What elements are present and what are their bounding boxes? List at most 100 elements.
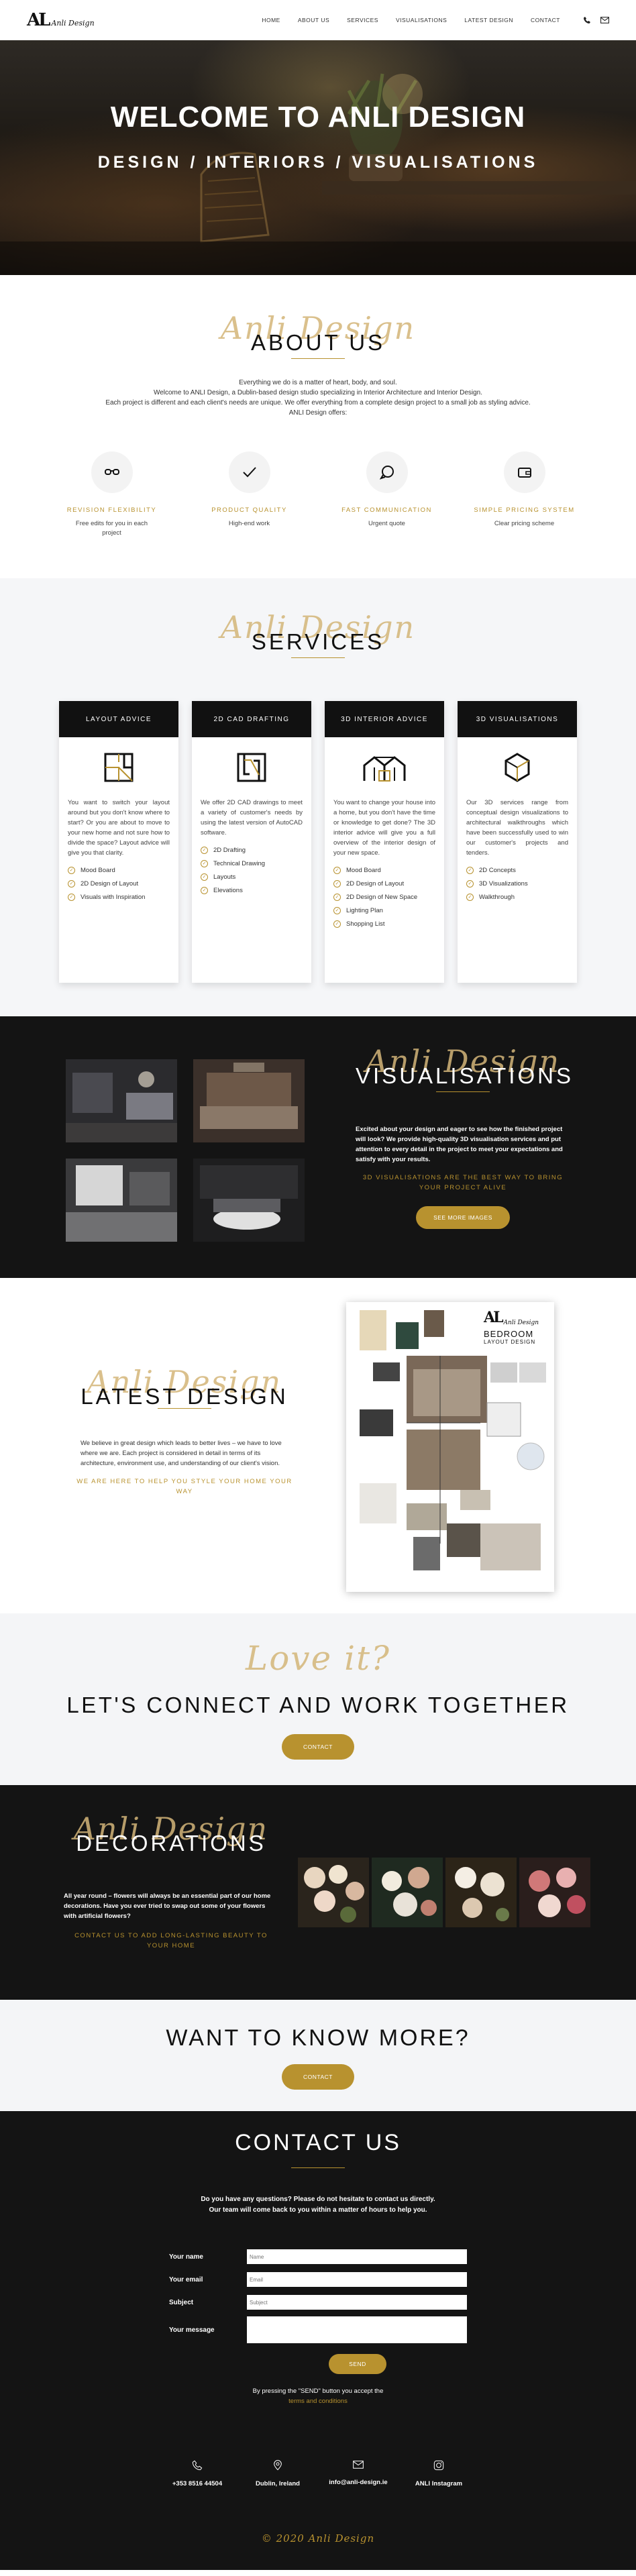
decorations-heading-block: Anli Design DECORATIONS: [64, 1811, 278, 1858]
visualisation-gallery: [66, 1059, 305, 1242]
decorations-heading: DECORATIONS: [76, 1831, 266, 1856]
list-item: ✓ Technical Drawing: [201, 857, 303, 870]
service-card-layout-advice: LAYOUT ADVICE You want to switch your la…: [59, 701, 178, 983]
form-row-name: Your name: [169, 2245, 467, 2268]
terms-link[interactable]: terms and conditions: [0, 2396, 636, 2406]
services-section: Anli Design SERVICES LAYOUT ADVICE You w…: [0, 578, 636, 1016]
latest-design-section: Anli Design LATEST DESIGN We believe in …: [0, 1278, 636, 1613]
logo[interactable]: AL Anli Design: [27, 11, 95, 29]
flower-image[interactable]: [445, 1858, 517, 1927]
visualisation-image[interactable]: [66, 1159, 177, 1242]
form-row-message: Your message: [169, 2314, 467, 2346]
feature-desc: Free edits for you in each project: [75, 520, 148, 537]
service-card-3d-visualisations: 3D VISUALISATIONS Our 3D services range …: [458, 701, 577, 983]
flower-image[interactable]: [298, 1858, 369, 1927]
nav-about-us[interactable]: ABOUT US: [298, 17, 329, 23]
contact-info-phone[interactable]: +353 8516 44504: [157, 2460, 237, 2487]
latest-text: We believe in great design which leads t…: [81, 1440, 282, 1467]
nav-visualisations[interactable]: VISUALISATIONS: [396, 17, 447, 23]
service-card-3d-interior: 3D INTERIOR ADVICE You want to change yo…: [325, 701, 444, 983]
list-item: ✓ 2D Design of New Space: [333, 890, 435, 904]
form-row-email: Your email: [169, 2268, 467, 2291]
about-line: Everything we do is a matter of heart, b…: [239, 379, 397, 386]
check-circle-icon: ✓: [333, 920, 341, 928]
subject-field[interactable]: [247, 2295, 467, 2310]
card-desc: You want to switch your layout around bu…: [68, 799, 170, 857]
nav-home[interactable]: HOME: [262, 17, 280, 23]
see-more-images-button[interactable]: SEE MORE IMAGES: [416, 1206, 510, 1229]
feature-title: REVISION FLEXIBILITY: [66, 506, 157, 514]
feature-desc: Urgent quote: [368, 520, 405, 527]
visualisations-heading: VISUALISATIONS: [356, 1063, 574, 1088]
glasses-icon: [91, 451, 133, 493]
check-circle-icon: ✓: [68, 893, 75, 901]
board-title: BEDROOM: [484, 1329, 534, 1339]
flower-image[interactable]: [519, 1858, 590, 1927]
visualisation-image[interactable]: [193, 1159, 305, 1242]
card-title: 2D CAD DRAFTING: [192, 701, 311, 737]
bedroom-mood-board[interactable]: AL Anli Design BEDROOM LAYOUT DESIGN: [346, 1302, 554, 1592]
latest-tagline: WE ARE HERE TO HELP YOU STYLE YOUR HOME …: [76, 1478, 293, 1495]
check-circle-icon: ✓: [201, 846, 208, 854]
layout-plan-icon: [59, 737, 178, 798]
feature-product-quality: PRODUCT QUALITY High-end work: [180, 451, 318, 538]
list-item: ✓ 2D Design of Layout: [68, 877, 170, 890]
feature-desc: Clear pricing scheme: [494, 520, 555, 527]
mood-board-collage: [360, 1310, 546, 1570]
main-nav: HOME ABOUT US SERVICES VISUALISATIONS LA…: [262, 16, 609, 24]
about-section: Anli Design ABOUT US Everything we do is…: [0, 275, 636, 578]
visualisation-image[interactable]: [193, 1059, 305, 1142]
decorations-section: Anli Design DECORATIONS All year round –…: [0, 1785, 636, 2000]
message-label: Your message: [169, 2326, 215, 2334]
wallet-icon: [503, 451, 545, 493]
nav-latest-design[interactable]: LATEST DESIGN: [464, 17, 513, 23]
instagram-text: ANLI Instagram: [415, 2480, 463, 2487]
check-circle-icon: ✓: [466, 893, 474, 901]
site-header: AL Anli Design HOME ABOUT US SERVICES VI…: [0, 0, 636, 40]
check-circle-icon: ✓: [333, 879, 341, 888]
visualisations-text: Excited about your design and eager to s…: [356, 1126, 563, 1163]
feature-fast-communication: FAST COMMUNICATION Urgent quote: [318, 451, 456, 538]
list-item: ✓ Elevations: [201, 883, 303, 897]
contact-button[interactable]: CONTACT: [282, 1734, 354, 1760]
phone-number: +353 8516 44504: [172, 2480, 223, 2487]
features-row: REVISION FLEXIBILITY Free edits for you …: [0, 451, 636, 538]
email-text: info@anli-design.ie: [329, 2479, 388, 2486]
decorations-tagline: CONTACT US TO ADD LONG-LASTING BEAUTY TO…: [74, 1932, 268, 1949]
card-list: ✓ Mood Board ✓ 2D Design of Layout ✓ Visual…: [59, 858, 178, 904]
nav-services[interactable]: SERVICES: [347, 17, 378, 23]
decorations-text-block: Anli Design DECORATIONS All year round –…: [64, 1811, 278, 1951]
contact-button[interactable]: CONTACT: [282, 2064, 354, 2090]
latest-design-text-block: Anli Design LATEST DESIGN We believe in …: [67, 1364, 302, 1497]
flower-image[interactable]: [372, 1858, 443, 1927]
send-button[interactable]: SEND: [329, 2354, 386, 2374]
contact-info-email[interactable]: info@anli-design.ie: [318, 2460, 399, 2487]
email-field[interactable]: [247, 2272, 467, 2287]
heading-underline: [291, 2167, 345, 2168]
card-title: 3D INTERIOR ADVICE: [325, 701, 444, 737]
mail-icon[interactable]: [600, 16, 609, 24]
card-title: 3D VISUALISATIONS: [458, 701, 577, 737]
card-list: ✓ 2D Drafting ✓ Technical Drawing ✓ Layouts…: [192, 838, 311, 897]
check-circle-icon: ✓: [333, 906, 341, 914]
love-script-title: Love it?: [246, 1639, 390, 1678]
list-item: ✓ Mood Board: [333, 863, 435, 877]
mail-icon: [318, 2460, 399, 2469]
check-circle-icon: ✓: [333, 893, 341, 901]
about-line: Welcome to ANLI Design, a Dublin-based d…: [153, 389, 483, 396]
phone-icon[interactable]: [583, 16, 591, 24]
check-circle-icon: ✓: [466, 879, 474, 888]
feature-title: FAST COMMUNICATION: [341, 506, 432, 514]
service-card-2d-cad: 2D CAD DRAFTING We offer 2D CAD drawings…: [192, 701, 311, 983]
feature-desc: High-end work: [228, 520, 270, 527]
contact-info-instagram[interactable]: ANLI Instagram: [399, 2460, 479, 2487]
card-title: LAYOUT ADVICE: [59, 701, 178, 737]
message-field[interactable]: [247, 2316, 467, 2343]
nav-contact[interactable]: CONTACT: [531, 17, 560, 23]
cad-drawing-icon: [192, 737, 311, 798]
visualisation-image[interactable]: [66, 1059, 177, 1142]
contact-info-location[interactable]: Dublin, Ireland: [237, 2460, 318, 2487]
visualisations-tagline: 3D VISUALISATIONS ARE THE BEST WAY TO BR…: [362, 1174, 564, 1191]
name-field[interactable]: [247, 2249, 467, 2264]
card-list: ✓ Mood Board ✓ 2D Design of Layout ✓ 2D Des…: [325, 858, 444, 930]
